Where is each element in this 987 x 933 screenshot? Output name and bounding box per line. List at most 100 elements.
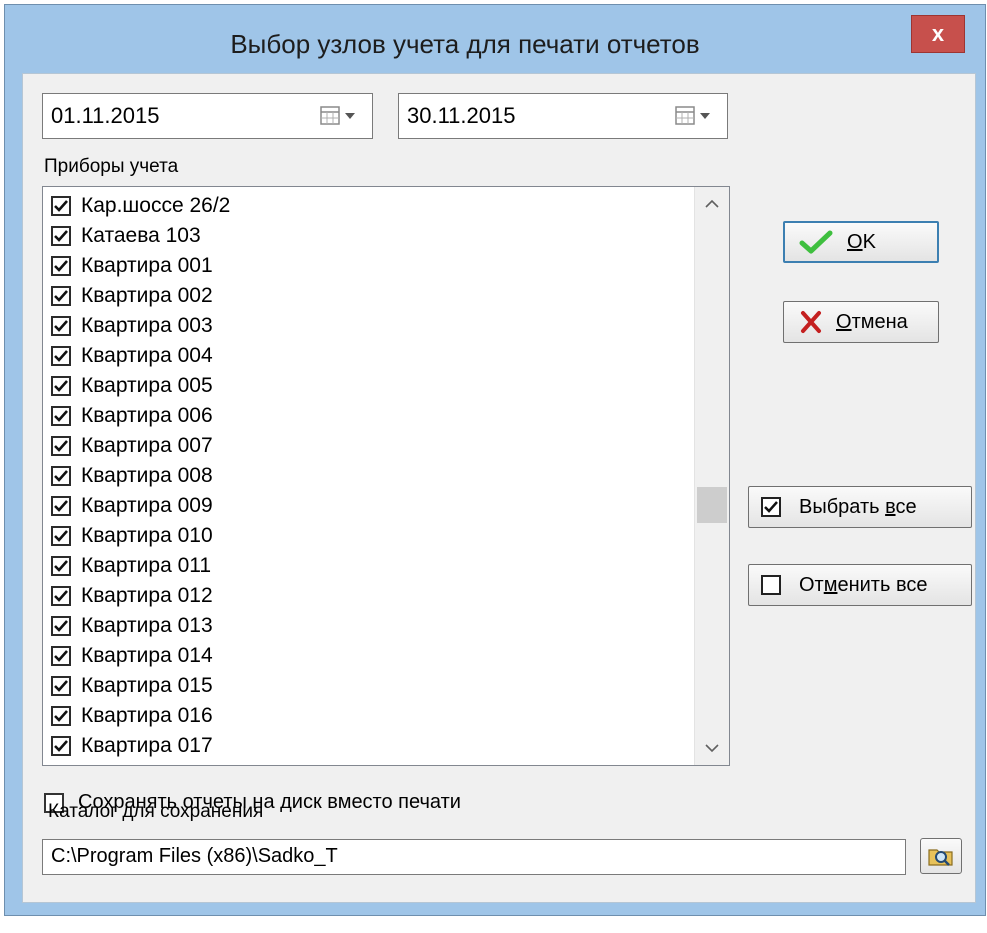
cancel-x-icon xyxy=(801,311,821,333)
device-checkbox[interactable] xyxy=(51,646,71,666)
device-list-item[interactable]: Квартира 001 xyxy=(43,251,683,281)
scroll-up-button[interactable] xyxy=(695,187,729,221)
device-checkbox[interactable] xyxy=(51,616,71,636)
device-list-item[interactable]: Квартира 014 xyxy=(43,641,683,671)
device-label: Квартира 008 xyxy=(81,464,213,487)
checkmark-icon xyxy=(799,230,833,254)
device-label: Квартира 003 xyxy=(81,314,213,337)
checkmark-icon xyxy=(54,500,68,512)
checkmark-icon xyxy=(54,560,68,572)
device-list-item[interactable]: Квартира 005 xyxy=(43,371,683,401)
window-title: Выбор узлов учета для печати отчетов xyxy=(230,29,700,59)
ok-button[interactable]: OK xyxy=(783,221,939,263)
device-checkbox[interactable] xyxy=(51,676,71,696)
device-label: Квартира 007 xyxy=(81,434,213,457)
devices-list[interactable]: Кар.шоссе 26/2 Катаева 103 Квартира 001 Ква… xyxy=(42,186,730,766)
device-checkbox[interactable] xyxy=(51,496,71,516)
empty-box-icon xyxy=(761,575,781,595)
chevron-down-icon xyxy=(705,744,719,753)
select-all-label: Выбрать все xyxy=(799,495,917,518)
device-list-item[interactable]: Квартира 013 xyxy=(43,611,683,641)
dialog-window: Выбор узлов учета для печати отчетов x 0… xyxy=(4,4,986,916)
checkmark-icon xyxy=(54,230,68,242)
date-to-picker[interactable]: 30.11.2015 xyxy=(398,93,728,139)
checkmark-icon xyxy=(54,680,68,692)
date-to-value: 30.11.2015 xyxy=(407,103,516,128)
device-label: Квартира 001 xyxy=(81,254,213,277)
checkmark-icon xyxy=(54,620,68,632)
checkmark-icon xyxy=(54,710,68,722)
deselect-all-label: Отменить все xyxy=(799,573,928,596)
device-label: Квартира 011 xyxy=(81,554,212,577)
device-list-item[interactable]: Квартира 016 xyxy=(43,701,683,731)
device-list-item[interactable]: Квартира 006 xyxy=(43,401,683,431)
calendar-dropdown-icon[interactable] xyxy=(675,105,715,127)
device-list-item[interactable]: Квартира 012 xyxy=(43,581,683,611)
checkmark-icon xyxy=(54,320,68,332)
device-list-item[interactable]: Квартира 011 xyxy=(43,551,683,581)
date-from-picker[interactable]: 01.11.2015 xyxy=(42,93,373,139)
checkmark-icon xyxy=(54,650,68,662)
device-list-item[interactable]: Квартира 004 xyxy=(43,341,683,371)
save-folder-label-text: Каталог для сохранения xyxy=(48,801,264,822)
device-checkbox[interactable] xyxy=(51,556,71,576)
device-checkbox[interactable] xyxy=(51,406,71,426)
devices-label-text: Приборы учета xyxy=(44,156,179,177)
checkmark-icon xyxy=(54,290,68,302)
device-list-item[interactable]: Квартира 017 xyxy=(43,731,683,761)
device-list-item[interactable]: Квартира 008 xyxy=(43,461,683,491)
save-folder-input[interactable]: C:\Program Files (x86)\Sadko_T xyxy=(42,839,906,875)
device-list-item[interactable]: Квартира 009 xyxy=(43,491,683,521)
device-checkbox[interactable] xyxy=(51,286,71,306)
browse-folder-button[interactable] xyxy=(920,838,962,874)
checkmark-icon xyxy=(54,590,68,602)
device-checkbox[interactable] xyxy=(51,316,71,336)
device-label: Квартира 006 xyxy=(81,404,213,427)
devices-label: Приборы учета xyxy=(44,156,178,178)
save-folder-label: Каталог для сохранения xyxy=(48,801,263,823)
device-checkbox[interactable] xyxy=(51,466,71,486)
device-list-item[interactable]: Квартира 015 xyxy=(43,671,683,701)
device-list-item[interactable]: Квартира 007 xyxy=(43,431,683,461)
title-bar[interactable]: Выбор узлов учета для печати отчетов x xyxy=(5,5,985,77)
scroll-thumb[interactable] xyxy=(697,487,727,523)
device-checkbox[interactable] xyxy=(51,586,71,606)
device-label: Квартира 012 xyxy=(81,584,213,607)
device-checkbox[interactable] xyxy=(51,736,71,756)
device-checkbox[interactable] xyxy=(51,346,71,366)
device-list-item[interactable]: Кар.шоссе 26/2 xyxy=(43,191,683,221)
device-checkbox[interactable] xyxy=(51,196,71,216)
device-label: Квартира 002 xyxy=(81,284,213,307)
device-checkbox[interactable] xyxy=(51,226,71,246)
devices-list-items: Кар.шоссе 26/2 Катаева 103 Квартира 001 Ква… xyxy=(43,191,683,761)
checkmark-icon xyxy=(54,380,68,392)
close-icon: x xyxy=(931,21,945,46)
select-all-button[interactable]: Выбрать все xyxy=(748,486,972,528)
dialog-body: 01.11.2015 30.11.2015 Приборы учета Кар.… xyxy=(22,73,976,903)
device-list-item[interactable]: Квартира 003 xyxy=(43,311,683,341)
checkmark-icon xyxy=(54,410,68,422)
device-label: Кар.шоссе 26/2 xyxy=(81,194,231,217)
device-label: Квартира 009 xyxy=(81,494,213,517)
device-list-item[interactable]: Квартира 002 xyxy=(43,281,683,311)
calendar-dropdown-icon[interactable] xyxy=(320,105,360,127)
checkmark-icon xyxy=(54,530,68,542)
device-label: Квартира 017 xyxy=(81,734,213,757)
close-button[interactable]: x xyxy=(911,15,965,53)
device-list-item[interactable]: Катаева 103 xyxy=(43,221,683,251)
ok-label: OK xyxy=(847,230,876,253)
device-checkbox[interactable] xyxy=(51,376,71,396)
list-scrollbar[interactable] xyxy=(694,187,729,765)
scroll-down-button[interactable] xyxy=(695,731,729,765)
cancel-button[interactable]: Отмена xyxy=(783,301,939,343)
device-checkbox[interactable] xyxy=(51,256,71,276)
device-label: Квартира 005 xyxy=(81,374,213,397)
device-checkbox[interactable] xyxy=(51,526,71,546)
device-checkbox[interactable] xyxy=(51,706,71,726)
device-checkbox[interactable] xyxy=(51,436,71,456)
device-list-item[interactable]: Квартира 010 xyxy=(43,521,683,551)
checked-box-icon xyxy=(761,497,781,517)
deselect-all-button[interactable]: Отменить все xyxy=(748,564,972,606)
chevron-up-icon xyxy=(705,199,719,208)
device-label: Квартира 004 xyxy=(81,344,213,367)
